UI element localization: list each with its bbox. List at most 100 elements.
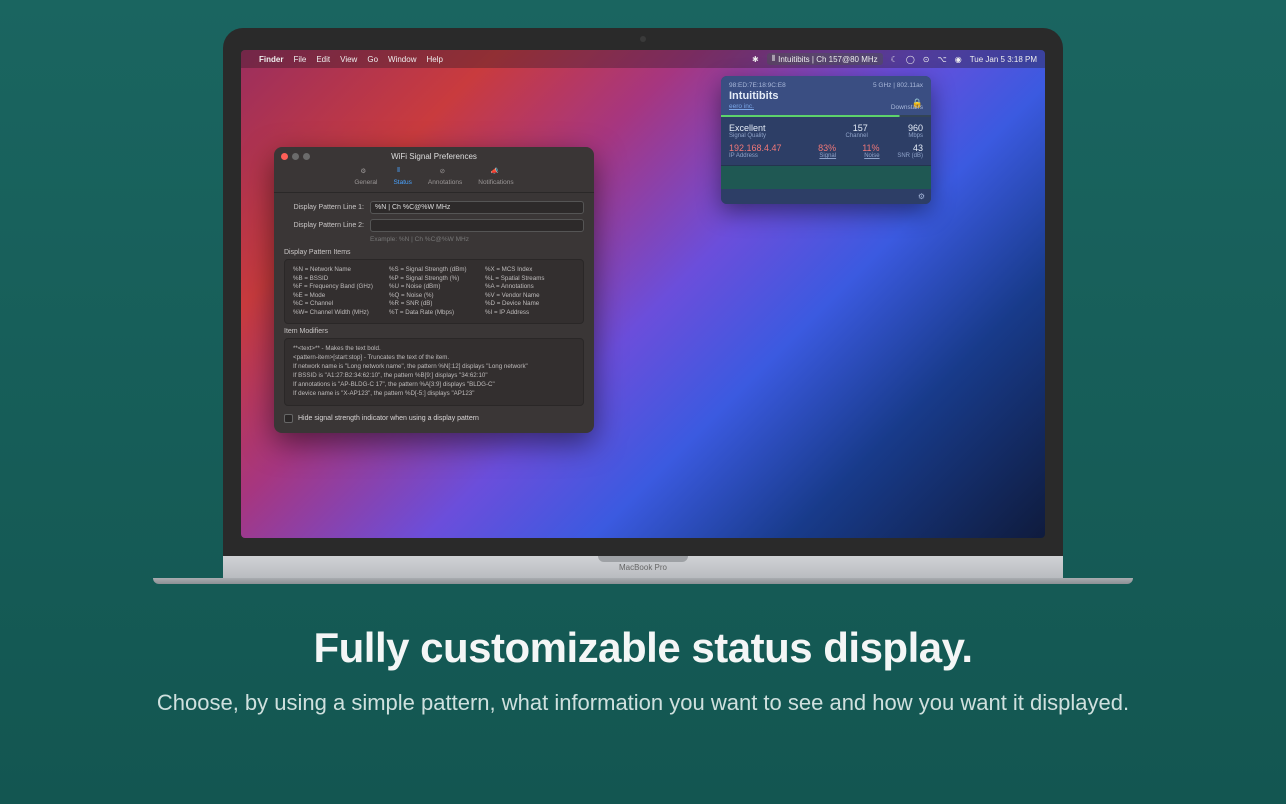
pattern-item: %B = BSSID (293, 275, 383, 282)
close-button[interactable] (281, 153, 288, 160)
pattern-item: %P = Signal Strength (%) (389, 275, 479, 282)
pattern-item: %T = Data Rate (Mbps) (389, 309, 479, 316)
line2-label: Display Pattern Line 2: (284, 222, 364, 229)
headline-title: Fully customizable status display. (0, 624, 1286, 672)
camera (640, 36, 646, 42)
tab-status[interactable]: ⫴Status (393, 167, 411, 186)
menubar-item[interactable]: Edit (316, 55, 330, 64)
modifier-line: If annotations is "AP-BLDG-C 17", the pa… (293, 381, 575, 388)
ssid: Intuitibits (729, 90, 923, 102)
tab-label: Status (393, 179, 411, 186)
pattern-item: %X = MCS Index (485, 266, 575, 273)
menubar-item[interactable]: File (293, 55, 306, 64)
vendor-link[interactable]: eero inc. (729, 103, 754, 110)
siri-icon[interactable]: ◉ (955, 55, 962, 64)
ip-label: IP Address (729, 153, 793, 159)
signal-bars-icon: ⫴ (772, 54, 775, 64)
line1-input[interactable] (370, 201, 584, 214)
tab-label: General (354, 179, 377, 186)
modifier-line: <pattern-item>[start:stop] - Truncates t… (293, 354, 575, 361)
window-title: WiFi Signal Preferences (391, 152, 477, 161)
tab-label: Annotations (428, 179, 462, 186)
tab-notifications[interactable]: 📣Notifications (478, 167, 513, 186)
items-header: Display Pattern Items (284, 249, 584, 256)
user-icon[interactable]: ◯ (906, 55, 915, 64)
pattern-col: %S = Signal Strength (dBm) %P = Signal S… (389, 266, 479, 317)
menubar-item[interactable]: Go (367, 55, 378, 64)
headline-subtitle: Choose, by using a simple pattern, what … (0, 688, 1286, 718)
window-titlebar: WiFi Signal Preferences (274, 147, 594, 163)
traffic-lights (281, 153, 310, 160)
laptop-edge (153, 578, 1133, 584)
line2-input[interactable] (370, 219, 584, 232)
tab-annotations[interactable]: ⊘Annotations (428, 167, 462, 186)
menubar: Finder File Edit View Go Window Help ✱ ⫴… (241, 50, 1045, 68)
pattern-item: %A = Annotations (485, 283, 575, 290)
wifi-popover: 98:ED:7E:18:9C:E8 5 GHz | 802.11ax Intui… (721, 76, 931, 204)
pattern-item: %E = Mode (293, 292, 383, 299)
channel-value: 157 (819, 123, 868, 133)
status-pill-text: Intuitibits | Ch 157@80 MHz (778, 55, 878, 64)
pattern-item: %U = Noise (dBm) (389, 283, 479, 290)
gear-icon[interactable]: ⚙ (918, 192, 925, 201)
line1-label: Display Pattern Line 1: (284, 204, 364, 211)
signal-label[interactable]: Signal (799, 153, 836, 159)
noise-label[interactable]: Noise (842, 153, 879, 159)
hide-indicator-checkbox[interactable]: Hide signal strength indicator when usin… (284, 414, 584, 423)
quality-value: Excellent (729, 123, 813, 133)
checkbox-icon (284, 414, 293, 423)
minimize-button[interactable] (292, 153, 299, 160)
pattern-item: %D = Device Name (485, 300, 575, 307)
pattern-col: %N = Network Name %B = BSSID %F = Freque… (293, 266, 383, 317)
wifi-status-pill[interactable]: ⫴ Intuitibits | Ch 157@80 MHz (767, 53, 883, 65)
signal-value: 83% (799, 143, 836, 153)
pattern-item: %L = Spatial Streams (485, 275, 575, 282)
snr-value: 43 (886, 143, 923, 153)
pattern-item: %N = Network Name (293, 266, 383, 273)
spotlight-icon[interactable]: ⊙ (923, 55, 930, 64)
menubar-app[interactable]: Finder (259, 55, 283, 64)
quality-label: Signal Quality (729, 133, 813, 139)
hardware-label: MacBook Pro (619, 563, 667, 572)
screen: Finder File Edit View Go Window Help ✱ ⫴… (241, 50, 1045, 538)
menubar-item[interactable]: View (340, 55, 357, 64)
rate-value: 960 (874, 123, 923, 133)
snr-label: SNR (dB) (886, 153, 923, 159)
pattern-item: %R = SNR (dB) (389, 300, 479, 307)
menubar-item[interactable]: Help (426, 55, 442, 64)
example-text: Example: %N | Ch %C@%W MHz (370, 236, 584, 243)
control-center-icon[interactable]: ⌥ (938, 55, 947, 64)
pattern-item: %W= Channel Width (MHz) (293, 309, 383, 316)
marketing-headline: Fully customizable status display. Choos… (0, 624, 1286, 718)
modifier-line: If network name is "Long network name", … (293, 363, 575, 370)
pattern-item: %I = IP Address (485, 309, 575, 316)
rate-label: Mbps (874, 133, 923, 139)
moon-icon[interactable]: ☾ (891, 55, 898, 64)
pattern-item: %F = Frequency Band (GHz) (293, 283, 383, 290)
noise-value: 11% (842, 143, 879, 153)
modifier-line: If BSSID is "A1:27:B2:34:62:10", the pat… (293, 372, 575, 379)
preferences-window: WiFi Signal Preferences ⚙General ⫴Status… (274, 147, 594, 433)
band-label: 5 GHz | 802.11ax (873, 82, 923, 89)
pattern-item: %V = Vendor Name (485, 292, 575, 299)
laptop-mockup: Finder File Edit View Go Window Help ✱ ⫴… (223, 28, 1063, 584)
laptop-base: MacBook Pro (223, 556, 1063, 578)
signal-chart (721, 165, 931, 189)
menubar-datetime[interactable]: Tue Jan 5 3:18 PM (970, 55, 1037, 64)
modifier-line: **<text>** - Makes the text bold. (293, 345, 575, 352)
pattern-col: %X = MCS Index %L = Spatial Streams %A =… (485, 266, 575, 317)
checkbox-label: Hide signal strength indicator when usin… (298, 415, 479, 422)
mods-header: Item Modifiers (284, 328, 584, 335)
annotation-label: Downstairs (891, 104, 923, 111)
pattern-item: %C = Channel (293, 300, 383, 307)
airdrop-icon[interactable]: ✱ (752, 55, 759, 64)
pattern-item: %S = Signal Strength (dBm) (389, 266, 479, 273)
modifier-line: If device name is "X-AP123", the pattern… (293, 390, 575, 397)
pattern-item: %Q = Noise (%) (389, 292, 479, 299)
prefs-tabs: ⚙General ⫴Status ⊘Annotations 📣Notificat… (274, 163, 594, 193)
channel-label: Channel (819, 133, 868, 139)
menubar-item[interactable]: Window (388, 55, 416, 64)
zoom-button[interactable] (303, 153, 310, 160)
tab-general[interactable]: ⚙General (354, 167, 377, 186)
tab-label: Notifications (478, 179, 513, 186)
